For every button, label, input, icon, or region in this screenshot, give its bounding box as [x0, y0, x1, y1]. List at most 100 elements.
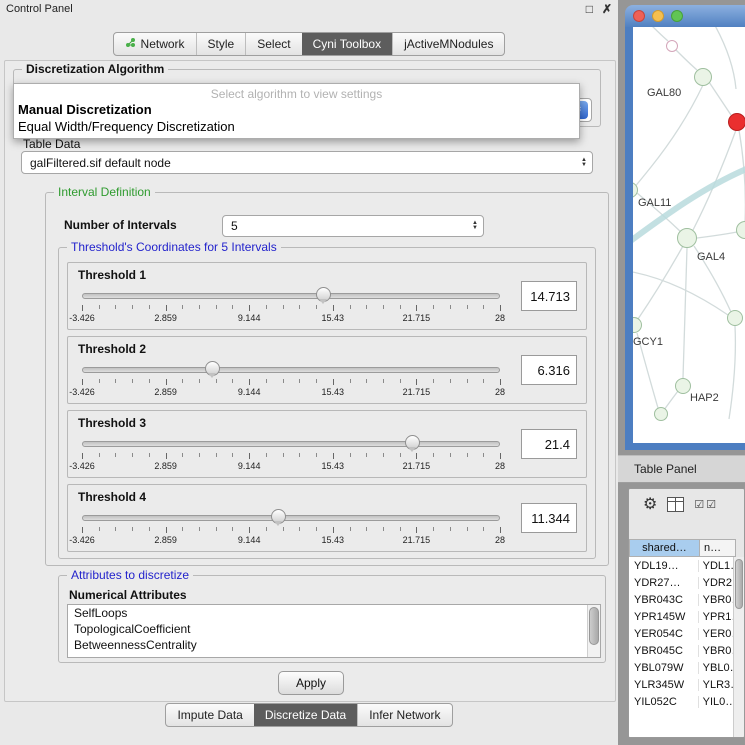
threshold-slider[interactable]: -3.4262.8599.14415.4321.71528 [82, 433, 500, 473]
table-row[interactable]: YBL079WYBL0… [629, 659, 734, 676]
tick-mark [483, 379, 484, 383]
float-window-icon[interactable]: □ [586, 2, 593, 16]
table-data-select[interactable]: galFiltered.sif default node ▲ ▼ [21, 151, 593, 174]
network-node-gal80[interactable] [694, 68, 712, 86]
tick-mark [400, 379, 401, 383]
slider-thumb[interactable] [271, 509, 286, 524]
table-row[interactable]: YBR045CYBR0… [629, 642, 734, 659]
tick-mark [316, 453, 317, 457]
tab-select[interactable]: Select [245, 33, 301, 55]
threshold-slider[interactable]: -3.4262.8599.14415.4321.71528 [82, 359, 500, 399]
scrollbar-thumb[interactable] [589, 607, 599, 645]
tab-impute-data[interactable]: Impute Data [166, 704, 253, 726]
tick-label: 15.43 [322, 461, 345, 471]
table-row[interactable]: YDL19…YDL1… [629, 557, 734, 574]
network-node[interactable] [727, 310, 743, 326]
table-cell-n: YER0… [699, 628, 734, 640]
attribute-list-item[interactable]: SelfLoops [68, 605, 600, 621]
tick-mark [316, 379, 317, 383]
slider-thumb[interactable] [316, 287, 331, 302]
combo-stepper-icon[interactable]: ▲ ▼ [472, 221, 478, 231]
tick-mark [366, 305, 367, 309]
table-row[interactable]: YIL052CYIL0… [629, 693, 734, 710]
control-panel-title: Control Panel [6, 3, 577, 15]
threshold-slider[interactable]: -3.4262.8599.14415.4321.71528 [82, 507, 500, 547]
network-node[interactable] [666, 40, 678, 52]
tab-jactivemnodules[interactable]: jActiveMNodules [392, 33, 504, 55]
column-header-n[interactable]: n… [700, 539, 736, 557]
network-node-selected[interactable] [728, 113, 745, 131]
tick-mark [166, 305, 167, 311]
attributes-list[interactable]: SelfLoopsTopologicalCoefficientBetweenne… [67, 604, 601, 658]
tab-style[interactable]: Style [196, 33, 246, 55]
minimize-traffic-light-icon[interactable] [652, 10, 664, 22]
dropdown-option-equal-width-frequency[interactable]: Equal Width/Frequency Discretization [18, 119, 235, 134]
network-node-gal4[interactable] [677, 228, 697, 248]
tab-cyni-toolbox[interactable]: Cyni Toolbox [302, 33, 392, 55]
network-node[interactable] [654, 407, 668, 421]
apply-button[interactable]: Apply [278, 671, 344, 695]
tick-mark [283, 527, 284, 531]
table-row[interactable]: YPR145WYPR1… [629, 608, 734, 625]
dropdown-option-manual-discretization[interactable]: Manual Discretization [18, 102, 152, 117]
slider-track [82, 293, 500, 299]
tick-label: 15.43 [322, 387, 345, 397]
checkbox-icons[interactable]: ☑☑ [694, 498, 718, 511]
tick-mark [283, 305, 284, 309]
attribute-list-item[interactable]: BetweennessCentrality [68, 637, 600, 653]
close-icon[interactable]: ✗ [602, 2, 612, 16]
network-window-titlebar[interactable] [625, 5, 745, 27]
tick-label: 15.43 [322, 313, 345, 323]
table-row[interactable]: YER054CYER0… [629, 625, 734, 642]
table-scrollbar[interactable] [733, 557, 744, 737]
attributes-list-scrollbar[interactable] [587, 605, 600, 657]
tick-mark [132, 379, 133, 383]
slider-thumb[interactable] [405, 435, 420, 450]
close-traffic-light-icon[interactable] [633, 10, 645, 22]
table-row[interactable]: YDR27…YDR2… [629, 574, 734, 591]
threshold-label: Threshold 3 [78, 416, 146, 430]
node-label-hap2: HAP2 [690, 392, 719, 404]
tick-mark [450, 305, 451, 309]
number-of-intervals-label: Number of Intervals [64, 218, 177, 232]
number-of-intervals-select[interactable]: 5 ▲ ▼ [222, 215, 484, 237]
tick-mark [383, 527, 384, 531]
tab-discretize-data[interactable]: Discretize Data [254, 704, 357, 726]
zoom-traffic-light-icon[interactable] [671, 10, 683, 22]
scrollbar-thumb[interactable] [735, 559, 743, 609]
network-window-frame [625, 27, 633, 443]
tick-label: -3.426 [69, 387, 95, 397]
table-row[interactable]: YLR345WYLR3… [629, 676, 734, 693]
tick-mark [149, 453, 150, 457]
tick-label: 21.715 [403, 535, 431, 545]
tick-mark [132, 305, 133, 309]
gear-icon[interactable]: ⚙ [643, 494, 657, 514]
attribute-list-item[interactable]: TopologicalCoefficient [68, 621, 600, 637]
threshold-value-field[interactable]: 11.344 [521, 503, 577, 533]
tab-infer-network[interactable]: Infer Network [357, 704, 451, 726]
tick-mark [266, 379, 267, 383]
tick-mark [132, 527, 133, 531]
tick-mark [333, 305, 334, 311]
threshold-label: Threshold 4 [78, 490, 146, 504]
threshold-value-field[interactable]: 21.4 [521, 429, 577, 459]
network-view[interactable]: GAL80 GAL11 GAL4 GCY1 HAP2 [633, 27, 745, 443]
table-cell-n: YIL0… [699, 696, 734, 708]
top-tab-group: Network Style Select Cyni Toolbox jActiv… [113, 32, 506, 56]
combo-stepper-icon[interactable]: ▲ ▼ [581, 158, 587, 168]
tick-mark [232, 453, 233, 457]
table-cell-shared: YBL079W [629, 662, 699, 674]
threshold-slider[interactable]: -3.4262.8599.14415.4321.71528 [82, 285, 500, 325]
columns-icon[interactable] [667, 497, 684, 512]
thresholds-group-title: Threshold's Coordinates for 5 Intervals [67, 240, 281, 254]
slider-thumb[interactable] [205, 361, 220, 376]
tick-mark [249, 379, 250, 385]
network-node-hap2[interactable] [675, 378, 691, 394]
column-header-shared[interactable]: shared… [629, 539, 700, 557]
algorithm-dropdown-list: Select algorithm to view settings Manual… [13, 83, 580, 139]
table-row[interactable]: YBR043CYBR0… [629, 591, 734, 608]
tick-label: 28 [495, 535, 505, 545]
threshold-value-field[interactable]: 6.316 [521, 355, 577, 385]
tab-network[interactable]: Network [114, 33, 196, 55]
threshold-value-field[interactable]: 14.713 [521, 281, 577, 311]
